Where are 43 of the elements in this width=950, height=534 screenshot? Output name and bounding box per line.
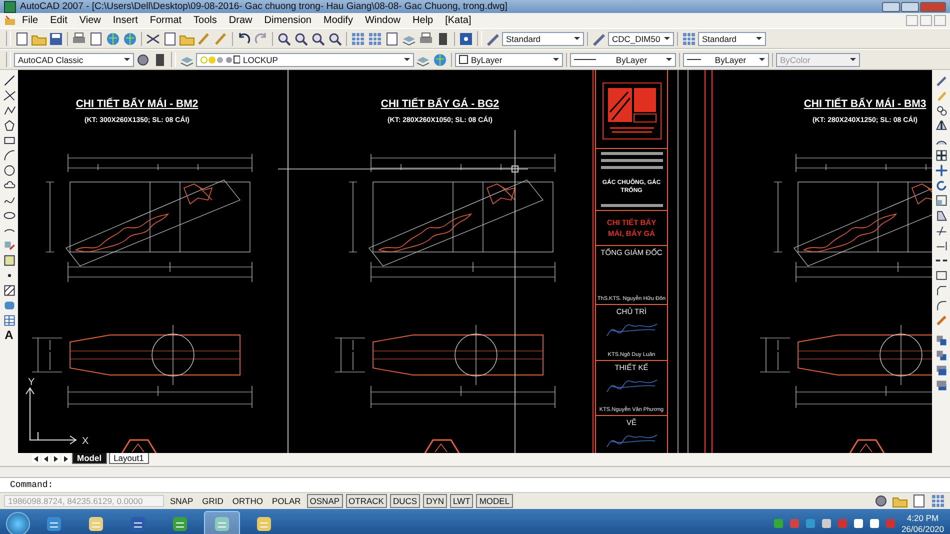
menu-item[interactable]: [Kata] (439, 15, 478, 26)
axis-label: X (82, 436, 89, 447)
lineweight-dropdown[interactable]: ByLayer (683, 52, 769, 66)
menu-item[interactable]: Edit (44, 15, 74, 26)
clock-time: 4:20 PM (906, 512, 939, 524)
menu-item[interactable]: Format (144, 15, 188, 26)
clock-date: 26/06/2020 (901, 524, 944, 534)
layout-tab[interactable]: Layout1 (108, 453, 149, 464)
color-dropdown[interactable]: ByLayer (455, 52, 563, 66)
dimension-style-dropdown[interactable]: CDC_DIM50 (608, 32, 674, 46)
table-style-dropdown[interactable]: Standard (698, 32, 766, 46)
linetype-dropdown[interactable]: ByLayer (570, 52, 676, 66)
detail-title: CHI TIẾT BẨY MÁI - BM3 (804, 98, 926, 110)
menu-item[interactable]: Draw (222, 15, 258, 26)
detail-title: CHI TIẾT BẨY MÁI - BM2 (76, 98, 198, 110)
status-toggle[interactable]: MODEL (476, 494, 513, 508)
menu-item[interactable]: Dimension (258, 15, 318, 26)
menu-item[interactable]: View (73, 15, 107, 26)
multiline-text-tool[interactable]: A (4, 329, 14, 342)
menu-item[interactable]: Insert (106, 15, 144, 26)
status-toggle[interactable]: OTRACK (346, 494, 387, 508)
status-toggle[interactable]: ORTHO (229, 494, 266, 508)
status-toggle[interactable]: DYN (423, 494, 448, 508)
workspace-dropdown[interactable]: AutoCAD Classic (14, 52, 134, 66)
window-title: AutoCAD 2007 - [C:\Users\Dell\Desktop\09-08-2016- Gac chuong trong- Hau Giang\08-08- Gac Chuong, trong.dwg] (20, 1, 508, 12)
axis-label: Y (28, 377, 35, 388)
status-toggle[interactable]: DUCS (390, 494, 420, 508)
clock[interactable]: 4:20 PM 26/06/2020 (901, 512, 944, 534)
status-toggle[interactable]: POLAR (268, 494, 304, 508)
text-style-dropdown[interactable]: Standard (502, 32, 584, 46)
layout-tab[interactable]: Model (72, 453, 107, 464)
layer-dropdown[interactable]: LOCKUP (196, 52, 414, 66)
status-toggle[interactable]: GRID (199, 494, 226, 508)
detail-title: CHI TIẾT BẨY GÁ - BG2 (380, 98, 500, 110)
menu-item[interactable]: Modify (318, 15, 359, 26)
status-toggle[interactable]: LWT (450, 494, 474, 508)
status-toggle[interactable]: OSNAP (306, 494, 343, 508)
menu-item[interactable]: Tools (188, 15, 223, 26)
status-toggle[interactable]: SNAP (167, 494, 196, 508)
menu-item[interactable]: Window (358, 15, 407, 26)
coordinates-readout: 1986098.8724, 84235.6129, 0.0000 (4, 495, 164, 507)
menu-item[interactable]: Help (406, 15, 440, 26)
menu-item[interactable]: File (16, 15, 44, 26)
